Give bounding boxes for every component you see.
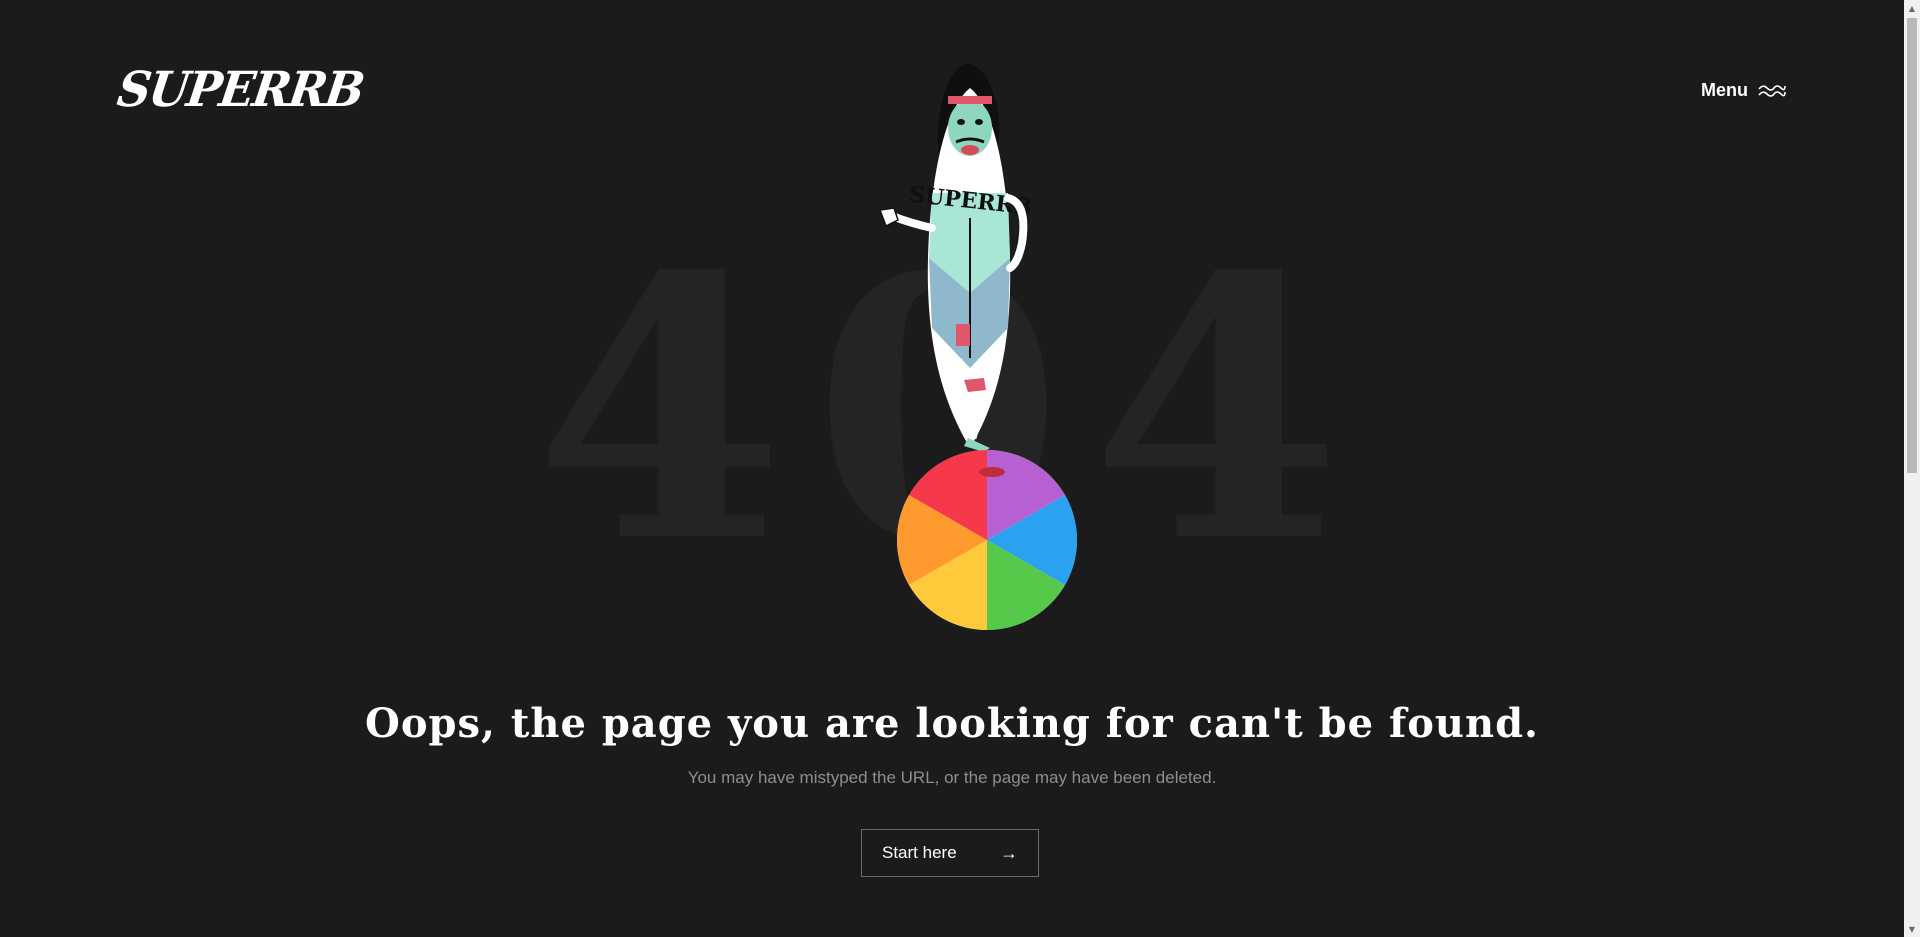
start-here-button[interactable]: Start here → [861,829,1039,877]
arrow-right-icon: → [1000,842,1018,863]
logo-link[interactable]: SUPERRB [114,61,366,118]
menu-label: Menu [1701,80,1748,100]
start-here-label: Start here [882,843,957,862]
scroll-down-arrow-icon[interactable]: ▼ [1904,921,1920,937]
scrollbar-thumb[interactable] [1907,18,1917,473]
menu-button[interactable]: Menu [1701,80,1786,101]
scroll-up-arrow-icon[interactable]: ▲ [1904,0,1920,16]
page: SUPERRB Menu 404 SUPERRB [0,0,1904,937]
error-description: You may have mistyped the URL, or the pa… [687,768,1217,787]
vertical-scrollbar[interactable]: ▲ ▼ [1904,0,1920,937]
page-heading: Oops, the page you are looking for can't… [365,700,1539,747]
wavy-lines-icon [1758,83,1786,99]
surfboard-mascot-illustration: SUPERRB [878,63,1078,630]
